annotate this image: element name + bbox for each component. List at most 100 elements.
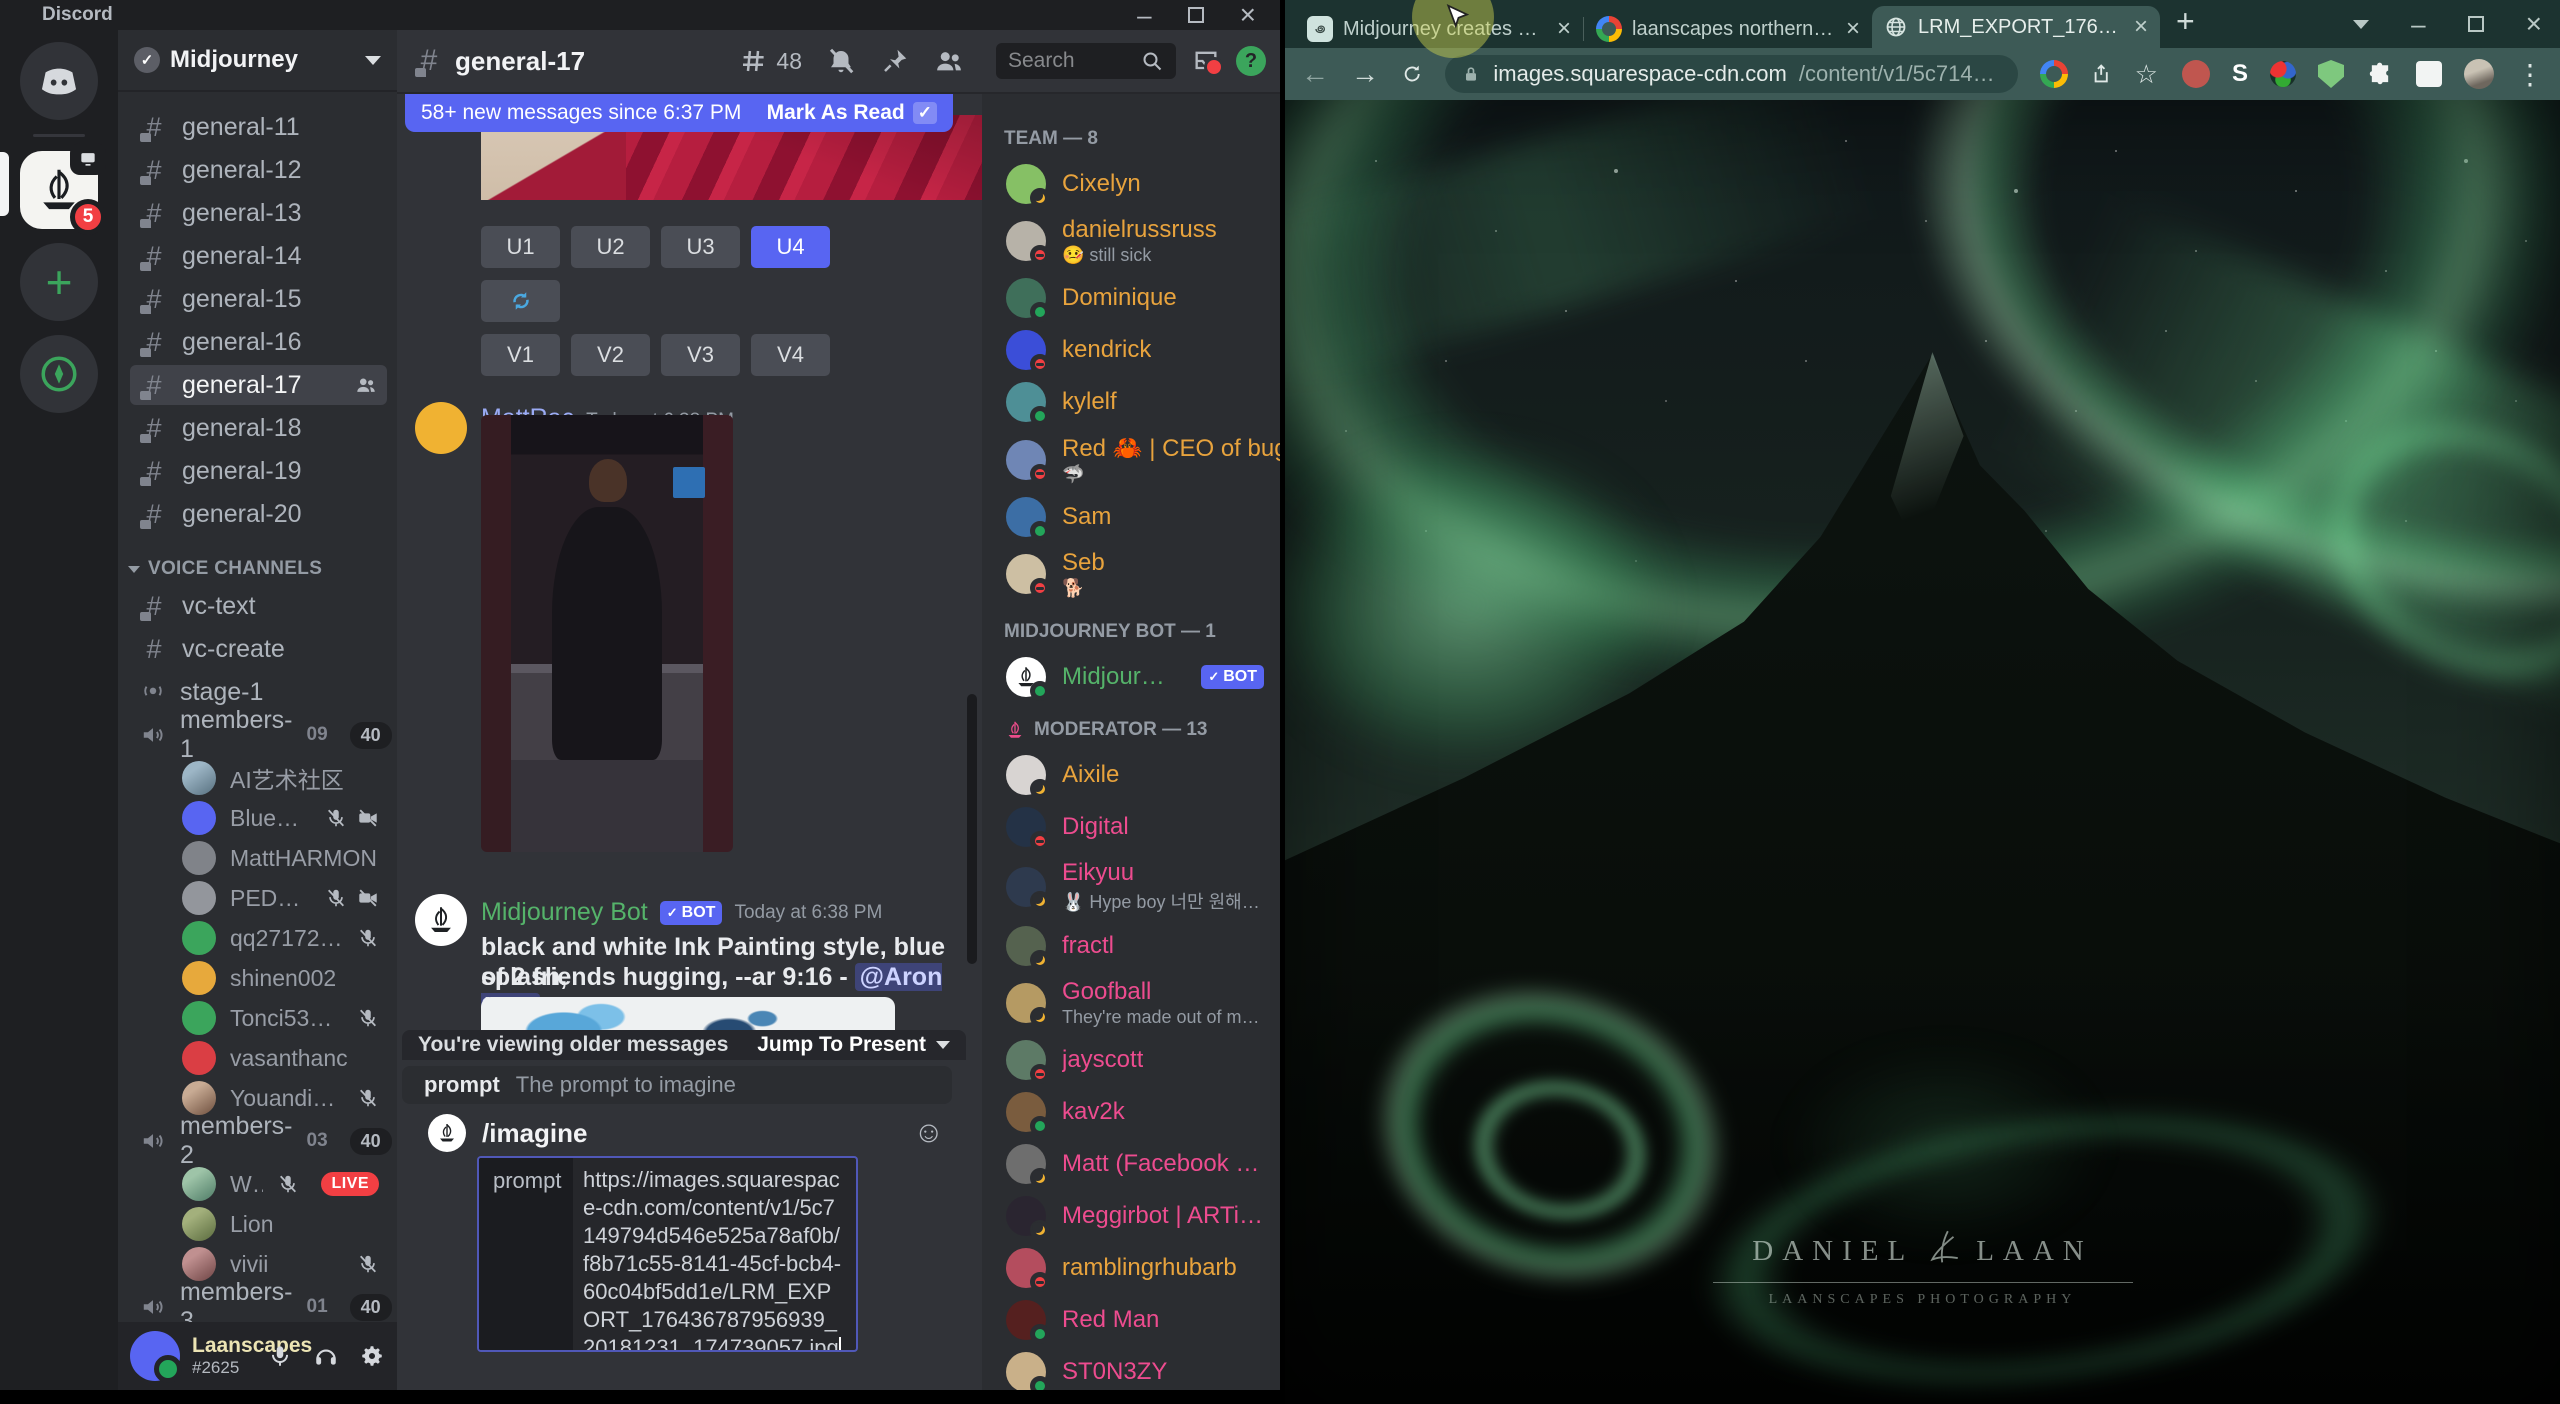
voice-channels-header[interactable]: VOICE CHANNELS [128,558,387,580]
reload-button[interactable] [1401,61,1423,87]
member-row[interactable]: Midjourney BotBOT [998,651,1272,703]
mic-icon[interactable] [267,1343,293,1369]
bookmark-star-icon[interactable] [2135,59,2158,90]
voice-user[interactable]: Bluebeat [174,798,387,838]
maximize-button[interactable] [1187,7,1204,23]
voice-room-members-2[interactable]: members-2 03 40 [130,1112,392,1169]
share-icon[interactable] [2090,61,2112,87]
channel-general-19[interactable]: general-19 [130,451,387,491]
channel-list[interactable]: general-11 general-12 general-13 general… [118,92,397,1322]
member-row[interactable]: jayscott [998,1034,1272,1086]
attachment-image[interactable] [481,415,733,852]
member-row[interactable]: Red 🦀 | CEO of bugs ...🦈 [998,428,1280,491]
reroll-button[interactable] [481,280,560,322]
tab-close-icon[interactable] [2134,13,2148,41]
midjourney-result-image[interactable] [481,997,895,1033]
extension-icon[interactable] [2232,60,2248,88]
chat-scrollbar[interactable] [967,694,977,964]
member-row[interactable]: Goofball They're made out of meat. [998,972,1272,1034]
autocomplete-option[interactable]: prompt [424,1072,500,1098]
voice-user[interactable]: MattHARMON [174,838,387,878]
member-row[interactable]: Dominique [998,272,1272,324]
variation-v1-button[interactable]: V1 [481,334,560,376]
channel-general-14[interactable]: general-14 [130,236,387,276]
voice-room-members-3[interactable]: members-3 01 40 [130,1278,392,1322]
channel-vc-text[interactable]: vc-text [130,586,387,626]
channel-general-17-selected[interactable]: general-17 [130,365,387,405]
message-area[interactable]: 58+ new messages since 6:37 PM Mark As R… [397,94,982,1390]
inbox-icon[interactable] [1192,47,1224,77]
minimize-button[interactable] [1137,0,1151,31]
close-button[interactable] [1240,0,1256,31]
variation-v4-button[interactable]: V4 [751,334,830,376]
channel-general-16[interactable]: general-16 [130,322,387,362]
voice-user[interactable]: WinteraLIVE [174,1164,387,1204]
member-row[interactable]: Red Man [998,1294,1272,1346]
extension-shield-icon[interactable] [2318,60,2344,88]
gear-icon[interactable] [359,1343,385,1369]
member-list-scroll[interactable]: TEAM — 8 Cixelyn danielrussruss 🤒 still s… [982,94,1280,1390]
voice-user[interactable]: qq271725158 [174,918,387,958]
tab-search-icon[interactable] [2353,19,2370,29]
pinned-messages-icon[interactable] [880,46,910,76]
tab-close-icon[interactable] [1846,15,1860,43]
member-row[interactable]: ST0N3ZY [998,1346,1272,1390]
tab-close-icon[interactable] [1557,15,1571,43]
channel-general-15[interactable]: general-15 [130,279,387,319]
extensions-puzzle-icon[interactable] [2366,60,2394,88]
extension-icon[interactable] [2181,60,2210,88]
member-row[interactable]: kendrick [998,324,1272,376]
member-row[interactable]: ramblingrhubarb [998,1242,1272,1294]
new-messages-bar[interactable]: 58+ new messages since 6:37 PM Mark As R… [405,94,953,132]
channel-general-11[interactable]: general-11 [130,107,387,147]
avatar[interactable] [415,402,467,454]
variation-v3-button[interactable]: V3 [661,334,740,376]
member-row[interactable]: Seb 🐕 [998,543,1272,605]
voice-user[interactable]: vasanthanc [174,1038,387,1078]
help-icon[interactable] [1236,46,1266,76]
maximize-button[interactable] [2467,16,2484,32]
minimize-button[interactable] [2411,9,2425,40]
voice-user[interactable]: PEDROCOELHO... [174,878,387,918]
prompt-input[interactable]: https://images.squarespace-cdn.com/conte… [573,1158,856,1350]
member-row[interactable]: Digital [998,801,1272,853]
add-server-button[interactable] [20,243,98,321]
channel-general-18[interactable]: general-18 [130,408,387,448]
forward-button[interactable] [1351,58,1379,90]
upscale-u3-button[interactable]: U3 [661,226,740,268]
voice-room-members-1[interactable]: members-1 09 40 [130,706,392,763]
upscale-u4-button[interactable]: U4 [751,226,830,268]
headphones-icon[interactable] [313,1343,339,1369]
voice-user[interactable]: Lion [174,1204,387,1244]
member-row[interactable]: danielrussruss 🤒 still sick [998,210,1272,272]
member-row[interactable]: Cixelyn [998,158,1272,210]
member-row[interactable]: kav2k [998,1086,1272,1138]
bot-avatar[interactable] [415,894,467,946]
notifications-muted-icon[interactable] [826,46,856,76]
mark-as-read-button[interactable]: Mark As Read [767,101,937,125]
search-input[interactable]: Search [996,43,1176,79]
voice-user[interactable]: Tonci53859 [174,998,387,1038]
member-row[interactable]: Matt (Facebook mod) [998,1138,1272,1190]
discord-home-button[interactable] [20,42,98,120]
extension-icon[interactable] [2270,61,2296,87]
aurora-photo[interactable]: DANIEL LAAN LAANSCAPES PHOTOGRAPHY [1285,100,2560,1404]
new-tab-button[interactable] [2176,3,2195,40]
upscale-u1-button[interactable]: U1 [481,226,560,268]
tab-google-search[interactable]: laanscapes northern lights - Goo... [1584,10,1872,48]
author-name[interactable]: Midjourney Bot [481,898,648,927]
member-row[interactable]: kylelf [998,376,1272,428]
member-row[interactable]: Eikyuu🐰 Hype boy 너만 원해 Hype ... [998,853,1272,920]
command-autocomplete[interactable]: prompt The prompt to imagine [402,1066,952,1104]
voice-user[interactable]: AI艺术社区 [174,758,387,798]
avatar[interactable] [130,1331,182,1383]
extension-icon[interactable] [2416,61,2442,87]
member-row[interactable]: Sam [998,491,1272,543]
invite-members-icon[interactable] [355,374,377,396]
address-bar[interactable]: images.squarespace-cdn.com/content/v1/5c… [1445,55,2019,93]
browser-menu-icon[interactable] [2516,58,2544,91]
jump-to-present-button[interactable]: Jump To Present [757,1033,950,1057]
close-button[interactable] [2526,8,2542,40]
voice-user[interactable]: shinen002 [174,958,387,998]
channel-general-13[interactable]: general-13 [130,193,387,233]
